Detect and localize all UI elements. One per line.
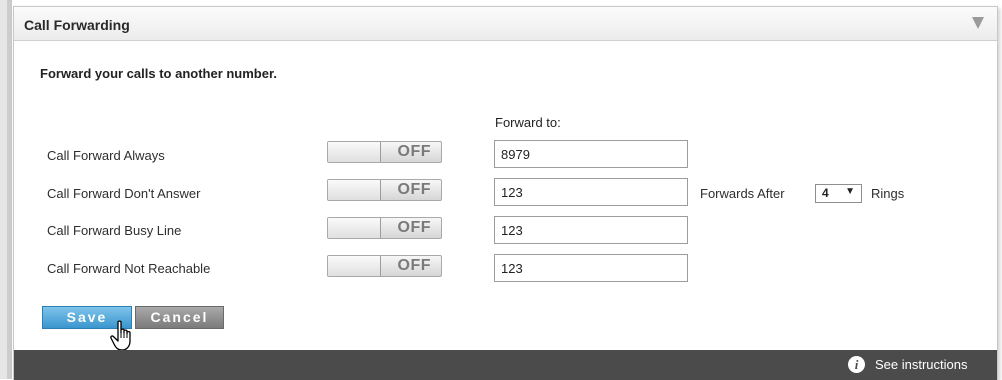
forwards-after-label: Forwards After: [700, 186, 785, 201]
toggle-state: OFF: [397, 181, 431, 198]
hand-pointer-icon: [110, 320, 131, 351]
cancel-button[interactable]: Cancel: [135, 306, 224, 329]
rings-value: 4: [822, 186, 829, 200]
call-forwarding-panel: Call Forwarding Forward your calls to an…: [13, 6, 998, 380]
row-label-not-reachable: Call Forward Not Reachable: [47, 261, 211, 276]
toggle-state: OFF: [397, 143, 431, 160]
forward-number-dont-answer[interactable]: [494, 178, 688, 206]
row-label-dont-answer: Call Forward Don't Answer: [47, 186, 201, 201]
toggle-knob: [328, 218, 381, 238]
toggle-state: OFF: [397, 257, 431, 274]
info-icon[interactable]: i: [848, 356, 865, 373]
panel-footer: i See instructions: [14, 350, 997, 380]
forward-number-always[interactable]: [494, 140, 688, 168]
left-border: [0, 0, 12, 379]
panel-title: Call Forwarding: [24, 17, 130, 33]
panel-description: Forward your calls to another number.: [40, 66, 277, 81]
chevron-down-icon[interactable]: [972, 17, 984, 29]
forward-number-not-reachable[interactable]: [494, 254, 688, 282]
see-instructions-link[interactable]: See instructions: [875, 357, 968, 372]
rings-label: Rings: [871, 186, 905, 201]
toggle-knob: [328, 256, 381, 276]
row-label-busy-line: Call Forward Busy Line: [47, 223, 182, 238]
rings-select[interactable]: 4 ▼: [815, 184, 862, 203]
row-label-always: Call Forward Always: [47, 148, 165, 163]
toggle-forward-dont-answer[interactable]: OFF: [327, 179, 442, 201]
forward-number-busy-line[interactable]: [494, 216, 688, 244]
toggle-state: OFF: [397, 219, 431, 236]
toggle-forward-busy-line[interactable]: OFF: [327, 217, 442, 239]
toggle-knob: [328, 142, 381, 162]
toggle-forward-not-reachable[interactable]: OFF: [327, 255, 442, 277]
panel-header[interactable]: Call Forwarding: [14, 7, 997, 41]
dropdown-arrow-icon: ▼: [845, 186, 855, 197]
toggle-forward-always[interactable]: OFF: [327, 141, 442, 163]
toggle-knob: [328, 180, 381, 200]
forward-to-header: Forward to:: [495, 115, 561, 130]
